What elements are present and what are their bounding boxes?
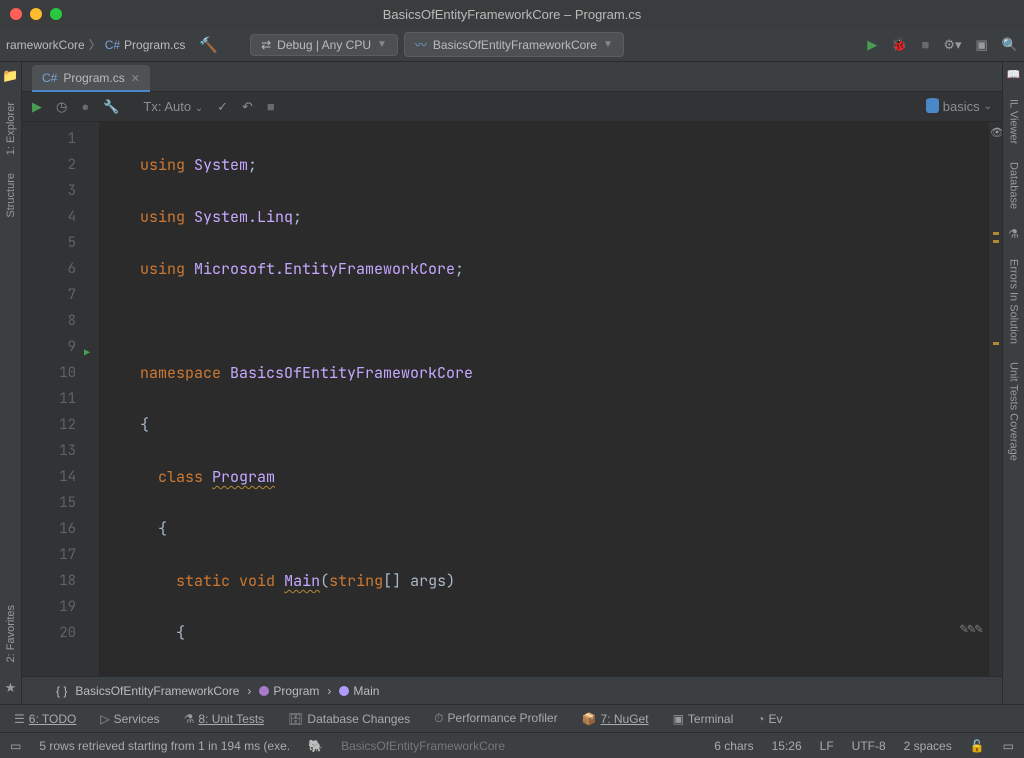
settings-icon[interactable]: ⚙▾ xyxy=(943,37,961,53)
status-message-icon: ▭ xyxy=(10,739,21,753)
nuget-button[interactable]: 📦7: NuGet xyxy=(582,712,649,726)
close-tab-icon[interactable]: ✕ xyxy=(131,72,140,85)
commit-icon[interactable]: ✓ xyxy=(217,99,228,115)
breadcrumbs-bottom[interactable]: { } BasicsOfEntityFrameworkCore › Progra… xyxy=(22,676,1002,704)
folder-icon[interactable]: 📁 xyxy=(2,68,18,84)
datasource-label[interactable]: basics ⌄ xyxy=(926,99,992,114)
flask-icon: ⚗ xyxy=(1008,227,1019,241)
layout-icon[interactable]: ▣ xyxy=(976,37,988,53)
fold-strip[interactable] xyxy=(82,122,100,676)
sidebar-errors[interactable]: Errors In Solution xyxy=(1008,259,1020,344)
record-icon[interactable]: ● xyxy=(81,99,89,114)
breadcrumb-project[interactable]: rameworkCore xyxy=(6,38,85,52)
right-tool-strip: 📖 IL Viewer Database ⚗ Errors In Solutio… xyxy=(1002,62,1024,704)
book-icon: 📖 xyxy=(1007,68,1021,81)
statusbar: ▭ 5 rows retrieved starting from 1 in 19… xyxy=(0,732,1024,758)
tx-mode[interactable]: Tx: Auto ⌄ xyxy=(143,99,203,114)
status-project[interactable]: BasicsOfEntityFrameworkCore xyxy=(341,739,505,753)
lock-icon[interactable]: 🔓 xyxy=(970,739,985,753)
events-button[interactable]: ◔Ev xyxy=(757,712,782,726)
status-position[interactable]: 15:26 xyxy=(772,739,802,753)
tab-program-cs[interactable]: C# Program.cs ✕ xyxy=(32,65,150,91)
history-icon[interactable]: ◷ xyxy=(56,99,67,115)
minimize-window-button[interactable] xyxy=(30,8,42,20)
run-button[interactable]: ▶ xyxy=(867,37,877,53)
tab-label: Program.cs xyxy=(63,71,124,85)
profiler-button[interactable]: ⏱Performance Profiler xyxy=(434,711,557,726)
wave-icon: 〰 xyxy=(415,36,427,53)
scratch-icon[interactable]: ✎✎✎ xyxy=(960,620,982,638)
editor-toolbar: ▶ ◷ ● 🔧 Tx: Auto ⌄ ✓ ↶ ■ basics ⌄ xyxy=(22,92,1002,122)
unit-tests-button[interactable]: ⚗8: Unit Tests xyxy=(184,712,265,726)
status-eol[interactable]: LF xyxy=(820,739,834,753)
status-message: 5 rows retrieved starting from 1 in 194 … xyxy=(39,739,290,753)
indent-guide-strip xyxy=(100,122,136,676)
crumb-namespace[interactable]: BasicsOfEntityFrameworkCore xyxy=(75,684,239,698)
stop-button[interactable]: ■ xyxy=(921,37,929,52)
breadcrumbs-top[interactable]: rameworkCore 〉 C# Program.cs xyxy=(6,36,185,53)
braces-icon: { } xyxy=(56,684,67,698)
sidebar-database[interactable]: Database xyxy=(1008,162,1020,209)
titlebar: BasicsOfEntityFrameworkCore – Program.cs xyxy=(0,0,1024,28)
db-changes-button[interactable]: 🗄Database Changes xyxy=(288,712,410,726)
crumb-method[interactable]: Main xyxy=(353,684,379,698)
database-icon xyxy=(926,100,939,113)
run-gutter-icon[interactable]: ▶ xyxy=(84,340,90,366)
marker-strip[interactable]: 👁 xyxy=(988,122,1002,676)
run-config-label: Debug | Any CPU xyxy=(277,38,371,52)
status-chars: 6 chars xyxy=(714,739,753,753)
breadcrumb-file[interactable]: Program.cs xyxy=(124,38,185,52)
elephant-icon[interactable]: 🐘 xyxy=(308,739,323,753)
window-title: BasicsOfEntityFrameworkCore – Program.cs xyxy=(383,7,642,22)
line-number-gutter: 1 2 3 4 5 6 7 8 9▶ 10 11 12 13 14 15 16 xyxy=(22,122,82,676)
csharp-icon: C# xyxy=(105,38,120,52)
code-area[interactable]: using System; using System.Linq; using M… xyxy=(136,122,988,676)
main-toolbar: rameworkCore 〉 C# Program.cs 🔨 ⇄ Debug |… xyxy=(0,28,1024,62)
star-icon: ★ xyxy=(5,680,17,696)
play-icon[interactable]: ▶ xyxy=(32,99,42,115)
rollback-icon[interactable]: ↶ xyxy=(242,99,253,115)
sidebar-tests-coverage[interactable]: Unit Tests Coverage xyxy=(1008,362,1020,461)
code-editor[interactable]: 1 2 3 4 5 6 7 8 9▶ 10 11 12 13 14 15 16 xyxy=(22,122,1002,676)
search-icon[interactable]: 🔍 xyxy=(1002,37,1018,53)
terminal-button[interactable]: ▣Terminal xyxy=(673,712,734,726)
sidebar-explorer[interactable]: 1: Explorer xyxy=(5,102,17,155)
services-button[interactable]: ▷Services xyxy=(100,712,159,726)
build-icon[interactable]: 🔨 xyxy=(199,36,218,54)
sidebar-favorites[interactable]: 2: Favorites xyxy=(5,605,17,662)
swap-icon: ⇄ xyxy=(261,38,271,52)
wrench-icon[interactable]: 🔧 xyxy=(103,99,119,115)
csharp-icon: C# xyxy=(42,71,57,85)
sidebar-il-viewer[interactable]: IL Viewer xyxy=(1008,99,1020,144)
left-tool-strip: 📁 1: Explorer Structure 2: Favorites ★ xyxy=(0,62,22,704)
crumb-class[interactable]: Program xyxy=(273,684,319,698)
editor-tabs: C# Program.cs ✕ xyxy=(22,62,1002,92)
bottom-toolstrip: ☰6: TODO ▷Services ⚗8: Unit Tests 🗄Datab… xyxy=(0,704,1024,732)
project-combo[interactable]: 〰 BasicsOfEntityFrameworkCore ▼ xyxy=(404,32,624,57)
close-window-button[interactable] xyxy=(10,8,22,20)
debug-button[interactable]: 🐞 xyxy=(891,37,907,53)
run-config-combo[interactable]: ⇄ Debug | Any CPU ▼ xyxy=(250,34,398,56)
sidebar-structure[interactable]: Structure xyxy=(5,173,17,218)
todo-button[interactable]: ☰6: TODO xyxy=(14,712,76,726)
project-combo-label: BasicsOfEntityFrameworkCore xyxy=(433,38,597,52)
status-menu-icon[interactable]: ▭ xyxy=(1003,739,1014,753)
status-encoding[interactable]: UTF-8 xyxy=(852,739,886,753)
maximize-window-button[interactable] xyxy=(50,8,62,20)
status-indent[interactable]: 2 spaces xyxy=(904,739,952,753)
stop-icon[interactable]: ■ xyxy=(267,99,275,114)
inspect-icon[interactable]: 👁 xyxy=(990,126,1002,140)
